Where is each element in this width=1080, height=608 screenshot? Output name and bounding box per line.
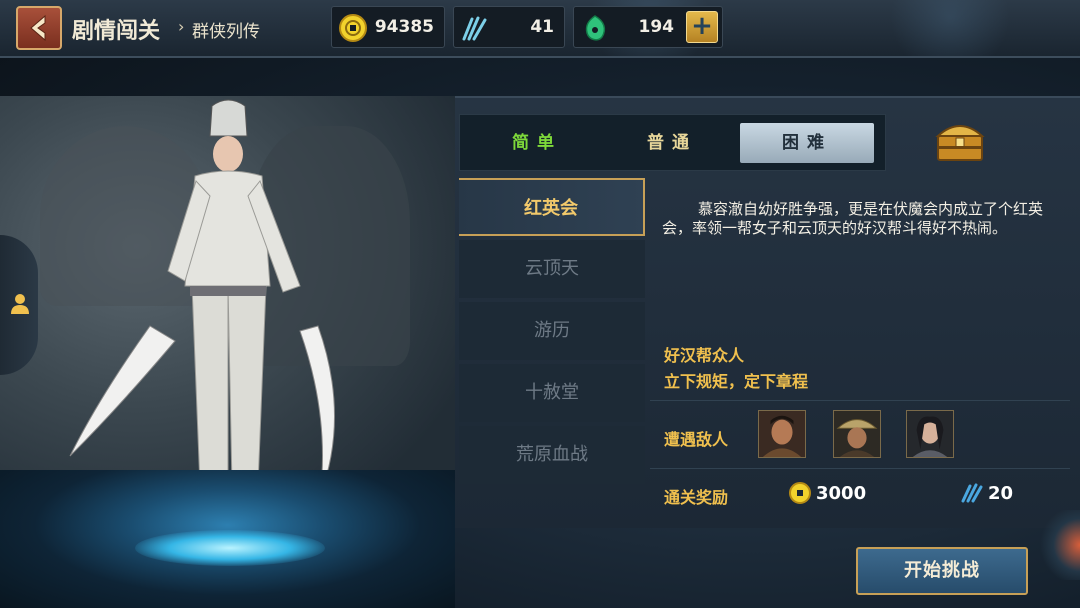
divider [650, 400, 1070, 401]
character-pedestal [0, 470, 455, 608]
difficulty-tabs: 简单 普通 困难 [459, 114, 886, 171]
enemy-group-title: 好汉帮众人 [664, 346, 745, 365]
reward-gold-value: 3000 [816, 483, 867, 504]
character-art [0, 96, 455, 526]
feather-counter: 41 [453, 6, 565, 48]
start-challenge-button[interactable]: 开始挑战 [856, 547, 1028, 595]
breadcrumb[interactable]: 群侠列传 [192, 17, 260, 42]
enemy-group-subtitle: 立下规矩，定下章程 [664, 372, 809, 391]
tab-normal[interactable]: 普通 [605, 123, 739, 163]
breadcrumb-separator: › [178, 17, 185, 36]
reward-feather-value: 20 [988, 483, 1014, 504]
feather-value: 41 [530, 17, 554, 37]
tab-easy[interactable]: 简单 [470, 123, 604, 163]
hero-character [69, 99, 335, 497]
jade-icon [585, 15, 606, 41]
enemies-label: 遭遇敌人 [664, 430, 729, 449]
page-title: 剧情闯关 [72, 19, 161, 44]
enemy-portrait-1[interactable] [758, 410, 806, 458]
back-arrow-icon [30, 14, 46, 42]
enemy-portrait-3[interactable] [906, 410, 954, 458]
stage-detail: 慕容澈自幼好胜争强，更是在伏魔会内成立了个红英会，率领一帮女子和云顶天的好汉帮斗… [650, 178, 1070, 518]
feather-icon [462, 16, 487, 41]
add-jade-button[interactable]: + [686, 11, 718, 43]
pedestal-glow [135, 530, 325, 566]
gold-value: 94385 [374, 17, 434, 37]
top-decoration [860, 0, 1040, 56]
stage-list: 红英会 云顶天 游历 十赦堂 荒原血战 [459, 178, 645, 518]
stage-item-shishetang[interactable]: 十赦堂 [459, 364, 645, 422]
enemy-portrait-2[interactable] [833, 410, 881, 458]
tab-hard[interactable]: 困难 [740, 123, 874, 163]
feather-icon [961, 483, 983, 503]
gold-coin-icon [789, 482, 811, 504]
jade-value: 194 [638, 17, 675, 37]
gold-counter: 94385 [331, 6, 445, 48]
stage-item-youli[interactable]: 游历 [459, 302, 645, 360]
divider [650, 468, 1070, 469]
character-side-tab[interactable] [0, 235, 38, 375]
back-button[interactable] [16, 6, 62, 50]
treasure-chest-icon[interactable] [932, 112, 988, 168]
stage-item-hongyinghui[interactable]: 红英会 [459, 178, 645, 236]
rewards-label: 通关奖励 [664, 488, 729, 507]
jade-counter: 194 + [573, 6, 723, 48]
corner-decoration [1040, 510, 1080, 580]
person-icon [11, 294, 29, 314]
stage-item-huangyuanxuezhan[interactable]: 荒原血战 [459, 426, 645, 484]
stage-description: 慕容澈自幼好胜争强，更是在伏魔会内成立了个红英会，率领一帮女子和云顶天的好汉帮斗… [662, 200, 1044, 237]
gold-coin-icon [339, 14, 367, 42]
stage-item-yundingtian[interactable]: 云顶天 [459, 240, 645, 298]
